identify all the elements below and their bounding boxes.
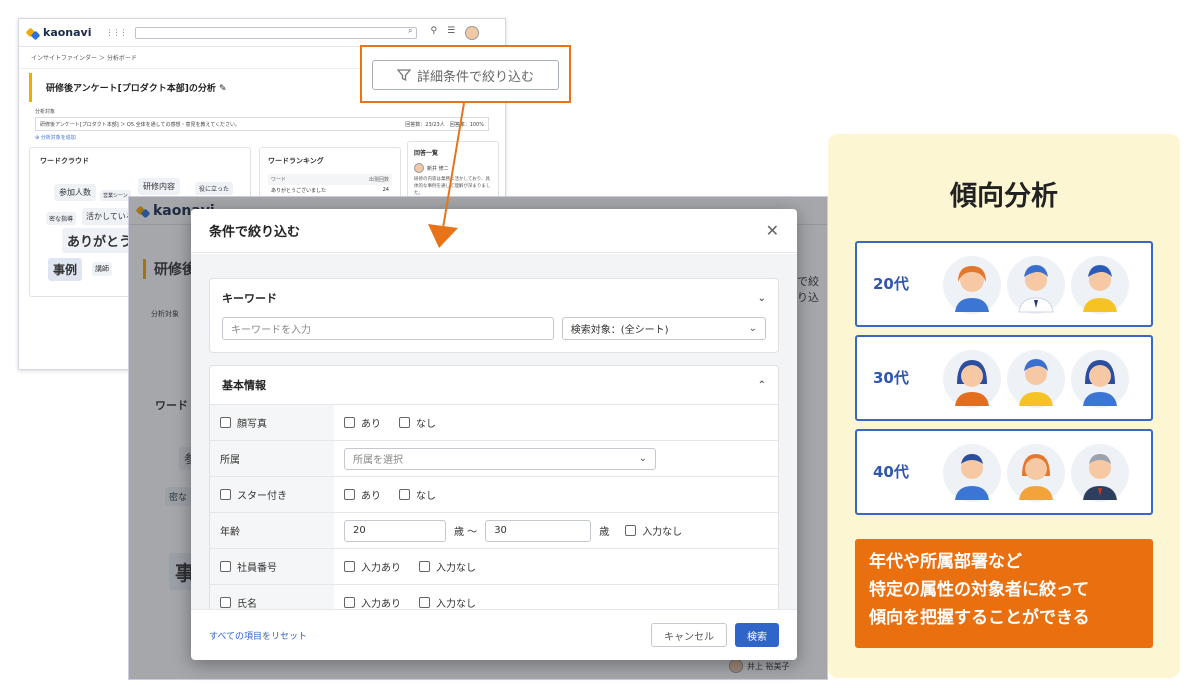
logo-icon bbox=[25, 27, 41, 40]
filter-row-dept: 所属 所属を選択 ⌄ bbox=[210, 440, 778, 476]
age-from-input[interactable]: 20 bbox=[344, 519, 446, 542]
age-group-20s: 20代 bbox=[855, 241, 1153, 327]
task-icon[interactable]: ☰ bbox=[447, 26, 455, 40]
chevron-up-icon[interactable]: ⌃ bbox=[758, 380, 766, 391]
name-yes-checkbox[interactable] bbox=[344, 597, 355, 608]
person-illustration bbox=[943, 444, 1001, 502]
word-tag[interactable]: 参加人数 bbox=[54, 184, 96, 201]
filter-row-star: スター付き あり なし bbox=[210, 476, 778, 512]
name-checkbox[interactable] bbox=[220, 597, 231, 608]
word-tag[interactable]: ありがとう bbox=[62, 228, 138, 253]
age-none-checkbox[interactable] bbox=[625, 525, 637, 536]
photo-no-checkbox[interactable] bbox=[399, 417, 410, 428]
search-icon[interactable]: ⌕ bbox=[408, 26, 412, 36]
panel-title: 傾向分析 bbox=[950, 181, 1058, 212]
person-illustration bbox=[1071, 444, 1129, 502]
keyword-section-header[interactable]: キーワード ⌄ bbox=[210, 279, 778, 317]
star-yes-checkbox[interactable] bbox=[344, 489, 355, 500]
filter-row-name: 氏名 入力あり 入力なし bbox=[210, 584, 778, 609]
chevron-down-icon: ⌄ bbox=[748, 323, 757, 334]
person-illustration bbox=[1071, 256, 1129, 314]
age-unit: 歳 bbox=[599, 527, 610, 538]
department-select[interactable]: 所属を選択 ⌄ bbox=[344, 447, 656, 470]
word-tag[interactable]: 役に立った bbox=[195, 182, 234, 195]
top-bar: kaonavi ⋮⋮⋮ ⌕ ⚲ ☰ bbox=[19, 19, 505, 47]
empno-checkbox[interactable] bbox=[220, 561, 231, 572]
word-tag[interactable]: 密な指導 bbox=[46, 212, 77, 225]
edit-icon[interactable]: ✎ bbox=[219, 84, 227, 94]
person-illustration bbox=[1071, 350, 1129, 408]
basic-info-panel: 基本情報 ⌃ 顔写真 あり なし 所属 所属を選択 ⌄ スター付き あり なし 年齢 2… bbox=[209, 365, 779, 609]
star-checkbox[interactable] bbox=[220, 489, 231, 500]
age-group-30s: 30代 bbox=[855, 335, 1153, 421]
person-illustration bbox=[1007, 256, 1065, 314]
filter-callout: 詳細条件で絞り込む bbox=[360, 45, 571, 103]
modal-title: 条件で絞り込む bbox=[209, 225, 301, 240]
search-input[interactable]: ⌕ bbox=[134, 26, 417, 39]
word-tag[interactable]: 事例 bbox=[48, 258, 83, 281]
cancel-button[interactable]: キャンセル bbox=[651, 623, 727, 647]
photo-yes-checkbox[interactable] bbox=[344, 417, 355, 428]
table-row[interactable]: ありがとうございました 24 bbox=[268, 185, 392, 196]
word-tag[interactable]: 研修内容 bbox=[138, 178, 180, 195]
word-tag[interactable]: 講師 bbox=[92, 262, 112, 276]
age-label: 20代 bbox=[873, 275, 909, 293]
search-target-select[interactable]: 検索対象：(全シート) ⌄ bbox=[561, 317, 766, 340]
modal-header: 条件で絞り込む ✕ bbox=[191, 209, 797, 253]
chevron-down-icon: ⌄ bbox=[638, 453, 647, 464]
filter-icon bbox=[396, 69, 411, 82]
close-icon[interactable]: ✕ bbox=[766, 221, 779, 240]
keyword-panel: キーワード ⌄ キーワードを入力 検索対象：(全シート) ⌄ bbox=[209, 278, 779, 353]
keyword-input[interactable]: キーワードを入力 bbox=[222, 317, 554, 340]
filter-row-photo: 顔写真 あり なし bbox=[210, 404, 778, 440]
filter-row-age: 年齢 20 歳 〜 30 歳 入力なし bbox=[210, 512, 778, 548]
brand-logo[interactable]: kaonavi bbox=[25, 26, 92, 40]
basic-info-section-header[interactable]: 基本情報 ⌃ bbox=[210, 366, 778, 404]
filter-row-empno: 社員番号 入力あり 入力なし bbox=[210, 548, 778, 584]
notification-icon[interactable]: ⚲ bbox=[431, 26, 438, 40]
modal-footer: すべての項目をリセット キャンセル 検索 bbox=[191, 609, 797, 660]
callout-arrow bbox=[428, 102, 465, 248]
age-group-40s: 40代 bbox=[855, 429, 1153, 515]
star-no-checkbox[interactable] bbox=[399, 489, 410, 500]
filter-modal: 条件で絞り込む ✕ キーワード ⌄ キーワードを入力 検索対象：(全シート) ⌄ 基… bbox=[191, 209, 797, 660]
search-button[interactable]: 検索 bbox=[735, 623, 779, 647]
ranking-header: ワード 出現回数 bbox=[268, 174, 392, 185]
person-illustration bbox=[943, 350, 1001, 408]
summary-message: 年代や所属部署など 特定の属性の対象者に絞って 傾向を把握することができる bbox=[855, 539, 1153, 648]
avatar[interactable] bbox=[465, 25, 480, 40]
empno-yes-checkbox[interactable] bbox=[344, 561, 355, 572]
chevron-down-icon[interactable]: ⌄ bbox=[758, 293, 766, 304]
photo-checkbox[interactable] bbox=[220, 417, 231, 428]
reset-all-link[interactable]: すべての項目をリセット bbox=[209, 629, 307, 642]
wordcloud-title: ワードクラウド bbox=[40, 157, 89, 165]
empno-no-checkbox[interactable] bbox=[419, 561, 430, 572]
person-illustration bbox=[1007, 350, 1065, 408]
age-label: 40代 bbox=[873, 463, 909, 481]
age-to-input[interactable]: 30 bbox=[485, 519, 592, 542]
detail-filter-button[interactable]: 詳細条件で絞り込む bbox=[372, 60, 559, 90]
trend-analysis-panel: 傾向分析 20代 30代 40代 年代や所属部署など 特定の属性の対象者に絞って… bbox=[828, 134, 1180, 678]
word-tag[interactable]: 営業シーン bbox=[100, 190, 131, 201]
person-illustration bbox=[943, 256, 1001, 314]
name-no-checkbox[interactable] bbox=[419, 597, 430, 608]
person-illustration bbox=[1007, 444, 1065, 502]
modal-body: キーワード ⌄ キーワードを入力 検索対象：(全シート) ⌄ 基本情報 ⌃ 顔写真 あ… bbox=[191, 254, 797, 609]
age-label: 30代 bbox=[873, 369, 909, 387]
ranking-title: ワードランキング bbox=[268, 157, 324, 165]
age-range-separator: 歳 〜 bbox=[454, 527, 478, 538]
app-grid-icon[interactable]: ⋮⋮⋮ bbox=[106, 28, 128, 37]
